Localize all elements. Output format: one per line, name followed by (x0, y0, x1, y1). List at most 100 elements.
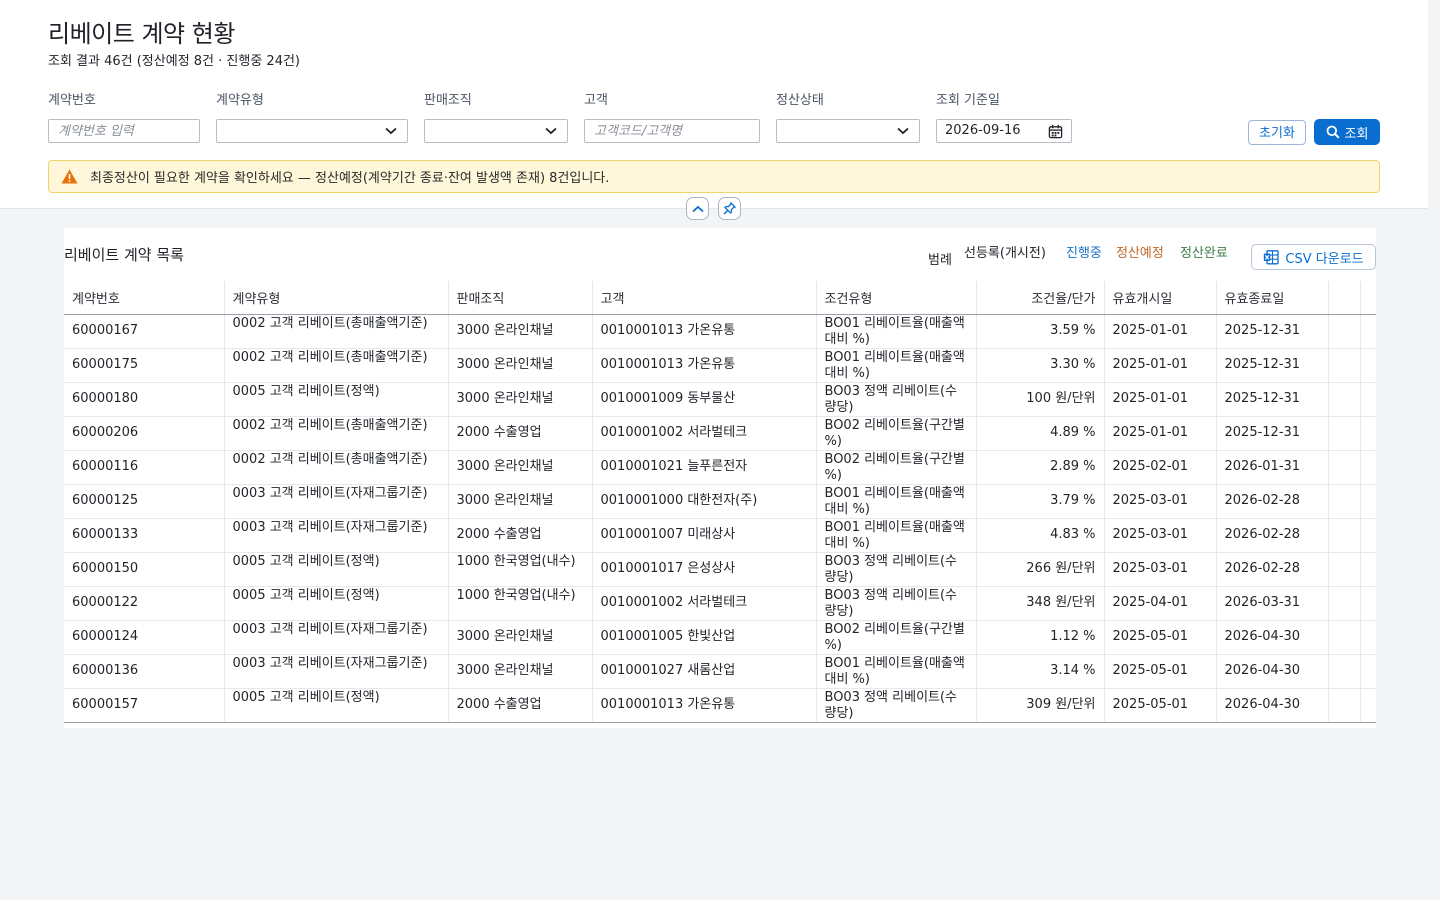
sales-org-cell: 1000 한국영업(내수) (448, 586, 593, 621)
table-row[interactable]: 60000133 0003 고객 리베이트(자재그룹기준) 2000 수출영업 001… (64, 518, 1376, 553)
condition-type-cell-text: BO03 정액 리베이트(수량당) (824, 384, 958, 415)
spacer-cell (1328, 450, 1361, 485)
banner-text: 최종정산이 필요한 계약을 확인하세요 — 정산예정(계약기간 종료·잔여 발생… (90, 171, 610, 186)
customer-cell: 0010001009 동부물산 (592, 382, 817, 417)
contract-type-cell: 0005 고객 리베이트(정액) (224, 382, 449, 417)
table-row[interactable]: 60000116 0002 고객 리베이트(총매출액기준) 3000 온라인채널 00… (64, 450, 1376, 485)
search-button[interactable]: 조회 (1314, 119, 1380, 145)
end-date-cell-text: 2026-03-31 (1224, 595, 1301, 610)
csv-download-button[interactable]: CSV 다운로드 (1251, 244, 1376, 270)
end-date-cell: 2026-03-31 (1216, 586, 1329, 621)
start-date-cell: 2025-03-01 (1104, 484, 1217, 519)
rate-cell-text: 3.79 % (1050, 493, 1096, 508)
table-row[interactable]: 60000124 0003 고객 리베이트(자재그룹기준) 3000 온라인채널 00… (64, 620, 1376, 655)
table-row[interactable]: 60000206 0002 고객 리베이트(총매출액기준) 2000 수출영업 001… (64, 416, 1376, 451)
condition-type-cell: BO01 리베이트율(매출액대비 %) (816, 348, 977, 383)
table-row[interactable]: 60000157 0005 고객 리베이트(정액) 2000 수출영업 0010001… (64, 688, 1376, 723)
rate-cell: 1.12 % (976, 620, 1105, 655)
column-header-rate[interactable]: 조건율/단가 (976, 281, 1105, 315)
condition-type-cell-text: BO01 리베이트율(매출액대비 %) (824, 350, 965, 381)
sales-org-select[interactable] (424, 119, 568, 143)
contract-type-cell: 0002 고객 리베이트(총매출액기준) (224, 348, 449, 383)
sales-org-cell-text: 3000 온라인채널 (456, 459, 554, 474)
contract-no-input[interactable] (48, 119, 200, 143)
column-header-contract-no[interactable]: 계약번호 (64, 281, 225, 315)
sales-org-cell: 3000 온라인채널 (448, 382, 593, 417)
column-header-sales-org[interactable]: 판매조직 (448, 281, 593, 315)
contract-no-cell-text: 60000150 (72, 561, 139, 576)
contract-no-cell-text: 60000116 (72, 459, 139, 474)
pin-header-button[interactable] (718, 197, 741, 220)
rate-cell: 266 원/단위 (976, 552, 1105, 587)
column-header-customer[interactable]: 고객 (592, 281, 817, 315)
scroll-gutter-cell (1360, 416, 1376, 451)
condition-type-cell-text: BO01 리베이트율(매출액대비 %) (824, 520, 965, 551)
condition-type-cell: BO01 리베이트율(매출액대비 %) (816, 484, 977, 519)
filter-contract-type: 계약유형 (216, 92, 408, 143)
customer-input[interactable] (584, 119, 760, 143)
table-row[interactable]: 60000136 0003 고객 리베이트(자재그룹기준) 3000 온라인채널 00… (64, 654, 1376, 689)
legend-in-progress: 진행중 (1066, 246, 1102, 261)
end-date-cell: 2026-02-28 (1216, 484, 1329, 519)
table-row[interactable]: 60000122 0005 고객 리베이트(정액) 1000 한국영업(내수) 001… (64, 586, 1376, 621)
column-header-end-date[interactable]: 유효종료일 (1216, 281, 1329, 315)
start-date-cell: 2025-01-01 (1104, 382, 1217, 417)
column-header-start-date[interactable]: 유효개시일 (1104, 281, 1217, 315)
end-date-cell-text: 2026-02-28 (1224, 561, 1301, 576)
customer-cell-text: 0010001005 한빛산업 (600, 629, 736, 644)
contract-no-cell-text: 60000167 (72, 323, 139, 338)
rate-cell: 3.30 % (976, 348, 1105, 383)
sales-org-cell-text: 2000 수출영업 (456, 527, 542, 542)
rate-cell: 100 원/단위 (976, 382, 1105, 417)
contract-type-select[interactable] (216, 119, 408, 143)
sales-org-cell-text: 2000 수출영업 (456, 697, 542, 712)
end-date-cell-text: 2026-01-31 (1224, 459, 1301, 474)
base-date-picker[interactable]: 2026-09-16 (936, 119, 1072, 143)
table-row[interactable]: 60000175 0002 고객 리베이트(총매출액기준) 3000 온라인채널 00… (64, 348, 1376, 383)
spacer-cell (1328, 620, 1361, 655)
customer-cell-text: 0010001021 늘푸른전자 (600, 459, 748, 474)
reset-button[interactable]: 초기화 (1248, 120, 1306, 145)
condition-type-cell: BO01 리베이트율(매출액대비 %) (816, 518, 977, 553)
contract-no-cell: 60000136 (64, 654, 225, 689)
start-date-cell: 2025-05-01 (1104, 688, 1217, 723)
scroll-gutter-cell (1360, 348, 1376, 383)
legend-settled: 정산완료 (1180, 246, 1228, 261)
table-row[interactable]: 60000150 0005 고객 리베이트(정액) 1000 한국영업(내수) 001… (64, 552, 1376, 587)
customer-cell: 0010001013 가온유통 (592, 688, 817, 723)
scroll-gutter-cell (1360, 314, 1376, 349)
condition-type-cell-text: BO03 정액 리베이트(수량당) (824, 554, 958, 585)
spacer-cell (1328, 484, 1361, 519)
rate-cell-text: 2.89 % (1050, 459, 1096, 474)
start-date-cell: 2025-01-01 (1104, 416, 1217, 451)
spacer-cell (1328, 654, 1361, 689)
end-date-cell-text: 2026-04-30 (1224, 663, 1301, 678)
contract-type-cell-text: 0003 고객 리베이트(자재그룹기준) (232, 656, 428, 671)
contract-no-cell: 60000206 (64, 416, 225, 451)
spacer-cell (1328, 314, 1361, 349)
calendar-icon[interactable] (1048, 124, 1063, 139)
end-date-cell: 2026-04-30 (1216, 620, 1329, 655)
table-row[interactable]: 60000125 0003 고객 리베이트(자재그룹기준) 3000 온라인채널 00… (64, 484, 1376, 519)
column-header-contract-type[interactable]: 계약유형 (224, 281, 449, 315)
filter-label: 계약번호 (48, 93, 96, 108)
contract-no-cell: 60000167 (64, 314, 225, 349)
column-header-condition-type[interactable]: 조건유형 (816, 281, 977, 315)
rate-cell-text: 1.12 % (1050, 629, 1096, 644)
spacer-cell (1328, 688, 1361, 723)
customer-cell: 0010001027 새롬산업 (592, 654, 817, 689)
end-date-cell: 2025-12-31 (1216, 416, 1329, 451)
contract-no-cell: 60000150 (64, 552, 225, 587)
contract-type-cell-text: 0002 고객 리베이트(총매출액기준) (232, 418, 428, 433)
end-date-cell: 2026-02-28 (1216, 552, 1329, 587)
table-row[interactable]: 60000180 0005 고객 리베이트(정액) 3000 온라인채널 001000… (64, 382, 1376, 417)
contract-type-cell: 0003 고객 리베이트(자재그룹기준) (224, 654, 449, 689)
table-row[interactable]: 60000167 0002 고객 리베이트(총매출액기준) 3000 온라인채널 00… (64, 314, 1376, 349)
customer-cell-text: 0010001000 대한전자(주) (600, 493, 758, 508)
contract-type-cell-text: 0003 고객 리베이트(자재그룹기준) (232, 486, 428, 501)
contract-type-cell-text: 0005 고객 리베이트(정액) (232, 554, 380, 569)
condition-type-cell-text: BO01 리베이트율(매출액대비 %) (824, 316, 965, 347)
collapse-header-button[interactable] (686, 197, 709, 220)
start-date-cell-text: 2025-03-01 (1112, 527, 1189, 542)
settlement-status-select[interactable] (776, 119, 920, 143)
